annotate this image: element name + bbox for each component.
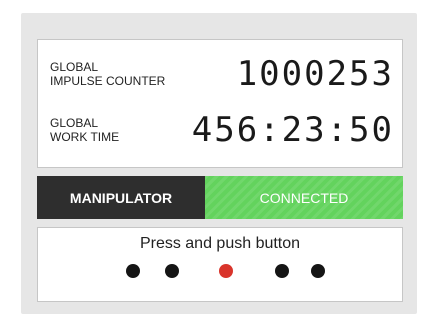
push-button-4[interactable] [275,264,289,278]
manipulator-device: GLOBAL IMPULSE COUNTER 1000253 GLOBAL WO… [21,13,417,314]
impulse-counter-label: GLOBAL IMPULSE COUNTER [50,60,200,88]
impulse-counter-label-line2: IMPULSE COUNTER [50,74,166,88]
counters-panel: GLOBAL IMPULSE COUNTER 1000253 GLOBAL WO… [37,39,403,168]
button-prompt: Press and push button [139,235,301,252]
push-button-1[interactable] [126,264,140,278]
push-button-5[interactable] [311,264,325,278]
work-time-label-line2: WORK TIME [50,130,120,144]
work-time-label: GLOBAL WORK TIME [50,116,192,144]
manipulator-status-bar: MANIPULATOR CONNECTED [37,176,403,219]
impulse-counter-label-line1: GLOBAL [50,60,99,74]
connection-status: CONNECTED [205,176,403,219]
work-time-label-line1: GLOBAL [50,116,99,130]
work-time-value: 456:23:50 [191,110,394,150]
button-row [38,264,402,278]
impulse-counter-row: GLOBAL IMPULSE COUNTER 1000253 [50,48,394,100]
manipulator-label: MANIPULATOR [37,176,205,219]
push-button-2[interactable] [165,264,179,278]
work-time-row: GLOBAL WORK TIME 456:23:50 [50,104,394,156]
impulse-counter-value: 1000253 [236,54,394,94]
push-button-3[interactable] [219,264,233,278]
button-panel: Press and push button [37,227,403,302]
